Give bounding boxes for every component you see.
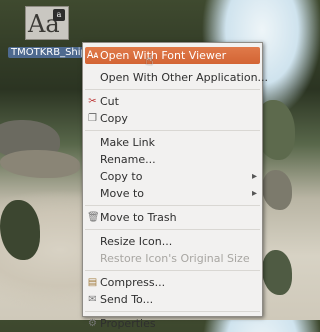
trash-icon: 🗑 [87,212,100,223]
menu-item-open-with-font-viewer[interactable]: 🗛 Open With Font Viewer [85,47,260,64]
menu-item-label: Cut [100,95,119,108]
menu-item-label: Open With Other Application... [100,71,269,84]
menu-item-move-to-trash[interactable]: 🗑 Move to Trash [83,209,262,226]
menu-separator [85,205,260,206]
font-viewer-icon: 🗛 [87,50,99,61]
menu-separator [85,130,260,131]
menu-separator [85,270,260,271]
menu-item-move-to[interactable]: Move to ▸ [83,185,262,202]
chevron-right-icon: ▸ [251,171,257,182]
send-icon: ✉ [88,294,97,305]
properties-icon: ⚙ [88,318,97,329]
font-file-icon[interactable]: Aa a [25,6,69,40]
menu-item-label: Copy to [100,170,143,183]
menu-item-label: Send To... [100,293,154,306]
chevron-right-icon: ▸ [251,188,257,199]
menu-item-resize-icon[interactable]: Resize Icon... [83,233,262,250]
menu-item-label: Copy [100,112,128,125]
menu-separator [85,229,260,230]
wallpaper-rock [0,200,40,260]
menu-item-restore-icon-size: Restore Icon's Original Size [83,250,262,267]
menu-item-label: Restore Icon's Original Size [100,252,250,265]
copy-icon: ❐ [88,113,97,124]
menu-item-label: Move to Trash [100,211,177,224]
menu-item-cut[interactable]: ✂ Cut [83,93,262,110]
menu-item-compress[interactable]: ▤ Compress... [83,274,262,291]
menu-item-label: Make Link [100,136,155,149]
menu-item-rename[interactable]: Rename... [83,151,262,168]
menu-item-label: Move to [100,187,145,200]
menu-item-copy[interactable]: ❐ Copy [83,110,262,127]
font-badge-icon: a [53,9,65,21]
menu-item-send-to[interactable]: ✉ Send To... [83,291,262,308]
menu-item-properties[interactable]: ⚙ Properties [83,315,262,332]
archive-icon: ▤ [87,277,98,288]
menu-item-label: Properties [100,317,156,330]
menu-separator [85,89,260,90]
menu-item-make-link[interactable]: Make Link [83,134,262,151]
wallpaper-rock [262,170,292,210]
menu-separator [85,311,260,312]
menu-item-label: Compress... [100,276,166,289]
mouse-pointer-icon: ☝ [145,53,154,69]
wallpaper-rock [262,250,292,295]
menu-item-label: Open With Font Viewer [100,49,227,62]
context-menu: 🗛 Open With Font Viewer Open With Other … [82,42,268,330]
scissors-icon: ✂ [88,96,97,107]
menu-item-label: Resize Icon... [100,235,173,248]
desktop-file-icon[interactable]: Aa a TMOTKRB_Ship.ttf [8,6,105,59]
wallpaper-rock [0,150,80,178]
menu-item-open-with-other[interactable]: Open With Other Application... [83,69,268,86]
menu-item-label: Rename... [100,153,156,166]
menu-item-copy-to[interactable]: Copy to ▸ [83,168,262,185]
